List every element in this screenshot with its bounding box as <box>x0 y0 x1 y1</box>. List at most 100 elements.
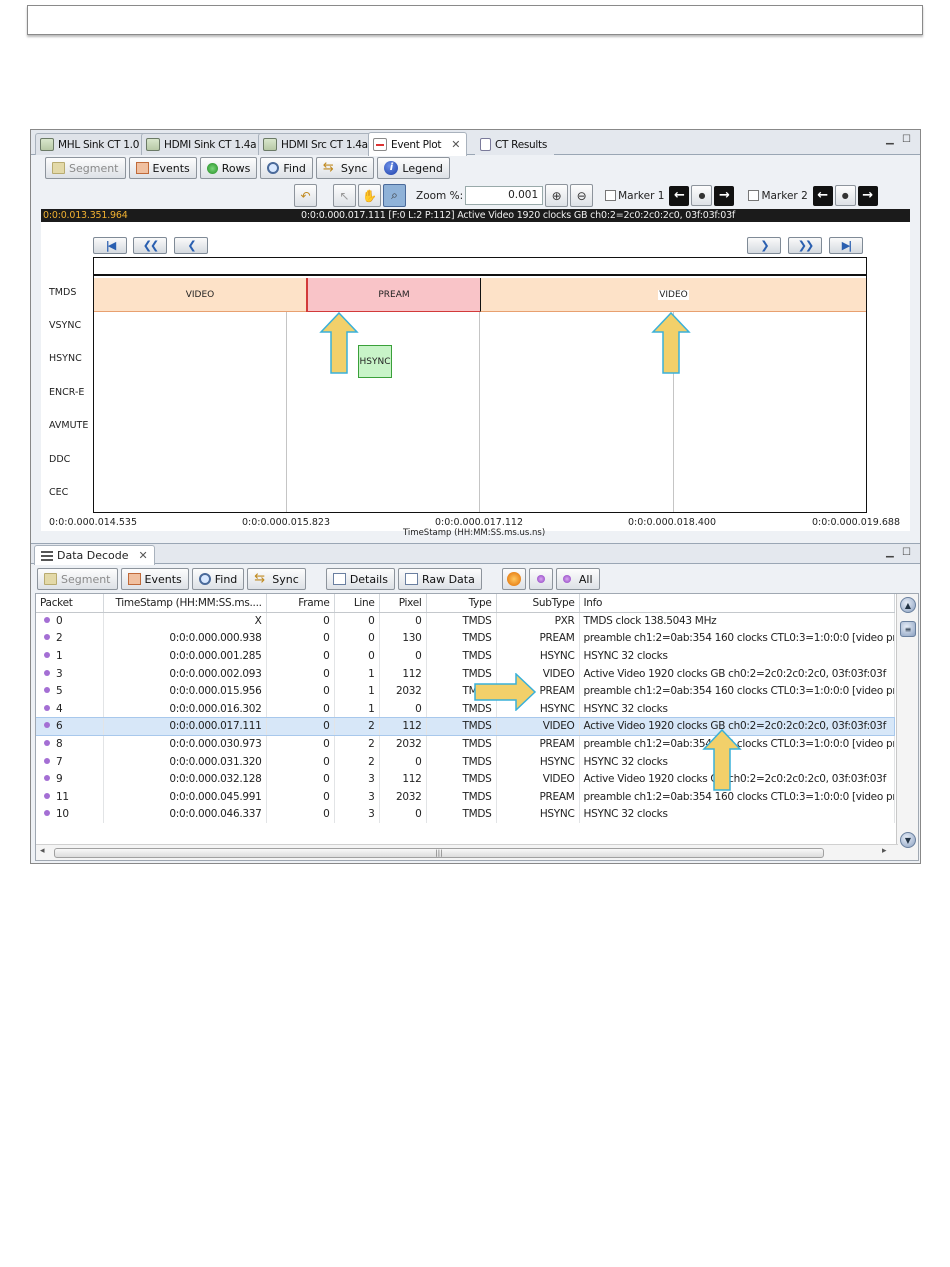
undo-button[interactable]: ↶ <box>294 184 317 207</box>
segment-button[interactable]: Segment <box>45 157 126 179</box>
maximize-icon[interactable]: ☐ <box>902 547 911 558</box>
table-row[interactable]: 9 0:0:0.000.032.128 0 3 112 TMDS VIDEO Active V… <box>36 770 895 788</box>
back-button[interactable]: ❮ <box>174 237 208 254</box>
rows-button[interactable]: Rows <box>199 157 258 179</box>
col-packet[interactable]: Packet <box>36 594 104 613</box>
tmds-video-segment-selected[interactable]: VIDEO <box>480 278 866 312</box>
horizontal-scrollbar[interactable]: ◂ ||| ▸ <box>36 844 898 860</box>
table-row[interactable]: 11 0:0:0.000.045.991 0 3 2032 TMDS PREAM preamb… <box>36 787 895 806</box>
segment-label: VIDEO <box>658 289 689 300</box>
tab-hdmi-sink-ct[interactable]: HDMI Sink CT 1.4a <box>141 133 264 155</box>
marker1-set-button[interactable]: ● <box>691 185 713 206</box>
scroll-thumb[interactable]: ≡ <box>900 621 916 637</box>
fast-back-button[interactable]: ❮❮ <box>133 237 167 254</box>
table-row[interactable]: 2 0:0:0.000.000.938 0 0 130 TMDS PREAM preamble… <box>36 629 895 648</box>
zoom-input[interactable]: 0.001 <box>465 186 544 205</box>
minimize-icon[interactable]: ▁ <box>886 547 894 558</box>
table-row[interactable]: 7 0:0:0.000.031.320 0 2 0 TMDS HSYNC HSYNC 32 c… <box>36 752 895 771</box>
details-button[interactable]: Details <box>325 568 395 590</box>
horizontal-scroll-thumb[interactable]: ||| <box>54 848 824 858</box>
tab-event-plot[interactable]: Event Plot ✕ <box>368 132 468 156</box>
vertical-scrollbar[interactable]: ▲ ≡ ▼ <box>896 594 918 860</box>
hsync-event[interactable]: HSYNC <box>358 345 392 378</box>
raw-data-button[interactable]: Raw Data <box>397 568 482 590</box>
decode-segment-button[interactable]: Segment <box>37 568 118 590</box>
packet-number: 6 <box>56 720 63 733</box>
zoom-tool-button[interactable]: ⌕ <box>383 184 406 207</box>
scroll-left-icon[interactable]: ◂ <box>40 846 45 856</box>
scroll-right-icon[interactable]: ▸ <box>882 846 887 856</box>
marker2-prev-button[interactable]: ← <box>812 185 833 206</box>
info-icon: i <box>384 161 399 175</box>
table-row[interactable]: 1 0:0:0.000.001.285 0 0 0 TMDS HSYNC HSYNC 32 c… <box>36 647 895 665</box>
scroll-down-icon[interactable]: ▼ <box>900 832 916 848</box>
table-row[interactable]: 50:0:0.000.015.956012032TMDSPREAMpreambl… <box>36 682 895 700</box>
marker2-set-button[interactable]: ● <box>834 185 856 206</box>
row-label-ddc: DDC <box>49 454 71 465</box>
tab-ct-results[interactable]: CT Results <box>475 133 554 155</box>
forward-button[interactable]: ❯ <box>747 237 781 254</box>
marker2-next-button[interactable]: → <box>857 185 878 206</box>
filter-button[interactable] <box>501 568 526 590</box>
close-icon[interactable]: ✕ <box>451 138 460 151</box>
sync-button[interactable]: ⇆ Sync <box>315 157 375 179</box>
table-row[interactable]: 0 X 0 0 0 TMDS PXR TMDS clock 138.5043 MHz <box>36 612 895 630</box>
col-line[interactable]: Line <box>334 594 380 613</box>
marker1-checkbox[interactable] <box>605 190 617 201</box>
events-icon <box>127 573 141 585</box>
cell-timestamp: 0:0:0.000.016.302 <box>103 699 267 718</box>
decode-events-button[interactable]: Events <box>120 568 189 590</box>
table-row[interactable]: 8 0:0:0.000.030.973 0 2 2032 TMDS PREAM preambl… <box>36 735 895 753</box>
col-timestamp[interactable]: TimeStamp (HH:MM:SS.ms.... <box>103 594 267 613</box>
packet-toggle-button[interactable] <box>528 568 553 590</box>
events-button[interactable]: Events <box>128 157 197 179</box>
last-button[interactable]: ▶| <box>829 237 863 254</box>
col-type[interactable]: Type <box>426 594 497 613</box>
rows-label: Rows <box>221 161 251 175</box>
minimize-icon[interactable]: ▁ <box>886 134 894 145</box>
zoom-out-button[interactable]: ⊖ <box>570 184 594 207</box>
zoom-in-button[interactable]: ⊕ <box>545 184 569 207</box>
scroll-up-icon[interactable]: ▲ <box>900 597 916 613</box>
col-frame[interactable]: Frame <box>266 594 335 613</box>
packet-number: 7 <box>56 755 63 768</box>
packet-table[interactable]: Packet TimeStamp (HH:MM:SS.ms.... Frame … <box>35 593 919 861</box>
col-pixel[interactable]: Pixel <box>379 594 427 613</box>
col-info[interactable]: Info <box>579 594 895 613</box>
tab-label: Event Plot <box>391 138 442 151</box>
cell-packet: 3 <box>36 664 104 683</box>
decode-find-button[interactable]: Find <box>191 568 245 590</box>
tab-mhl-sink-ct[interactable]: MHL Sink CT 1.0 <box>35 133 147 155</box>
all-button[interactable]: All <box>555 568 600 590</box>
maximize-icon[interactable]: ☐ <box>902 134 911 145</box>
fast-forward-button[interactable]: ❯❯ <box>788 237 822 254</box>
folder-icon <box>44 573 57 585</box>
event-plot[interactable]: |◀ ❮❮ ❮ ❯ ❯❯ ▶| TMDS VSYNC HSYNC ENCR-E … <box>41 222 910 538</box>
plot-canvas[interactable]: VIDEO PREAM VIDEO HSYNC <box>93 257 867 513</box>
table-row[interactable]: 6 0:0:0.000.017.111 0 2 112 TMDS VIDEO Active V… <box>36 716 895 737</box>
row-label-hsync: HSYNC <box>49 353 82 364</box>
decode-sync-button[interactable]: ⇆ Sync <box>247 568 306 590</box>
tab-hdmi-src-ct[interactable]: HDMI Src CT 1.4a <box>258 133 375 155</box>
table-row[interactable]: 10 0:0:0.000.046.337 0 3 0 TMDS HSYNC HSYNC 32 … <box>36 805 895 824</box>
first-button[interactable]: |◀ <box>93 237 127 254</box>
pan-tool-button[interactable]: ✋ <box>358 184 381 207</box>
table-row[interactable]: 3 0:0:0.000.002.093 0 1 112 TMDS VIDEO Active V… <box>36 664 895 683</box>
cell-pixel: 112 <box>379 664 427 683</box>
legend-button[interactable]: i Legend <box>377 157 450 179</box>
marker1-next-button[interactable]: → <box>714 185 735 206</box>
cell-info: TMDS clock 138.5043 MHz <box>579 612 895 630</box>
tmds-pream-segment[interactable]: PREAM <box>306 278 480 312</box>
cell-packet: 8 <box>36 735 104 753</box>
table-row[interactable]: 4 0:0:0.000.016.302 0 1 0 TMDS HSYNC HSYNC 32 c… <box>36 699 895 718</box>
tab-data-decode[interactable]: Data Decode ✕ <box>34 545 155 565</box>
grid-line <box>479 278 480 512</box>
events-icon <box>135 162 149 174</box>
close-icon[interactable]: ✕ <box>139 549 148 562</box>
find-button[interactable]: Find <box>260 157 313 179</box>
col-subtype[interactable]: SubType <box>496 594 580 613</box>
pointer-tool-button[interactable]: ↖ <box>333 184 356 207</box>
tmds-video-segment[interactable]: VIDEO <box>94 278 306 312</box>
marker1-prev-button[interactable]: ← <box>669 185 690 206</box>
marker2-checkbox[interactable] <box>748 190 760 201</box>
